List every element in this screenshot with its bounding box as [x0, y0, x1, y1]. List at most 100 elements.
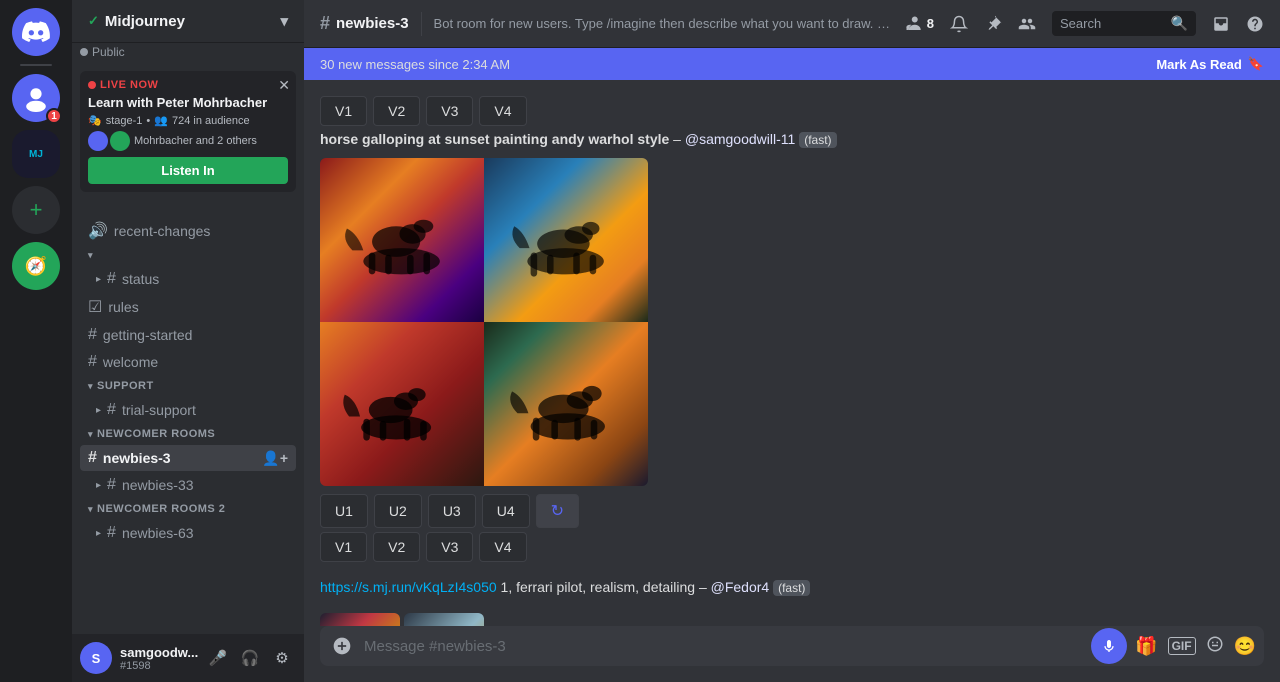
v4-button-bottom[interactable]: V4: [479, 532, 526, 562]
header-icons: 8 🔍: [905, 11, 1264, 36]
header-divider: [421, 12, 422, 36]
hash-icon-status: #: [107, 270, 116, 288]
u1-button[interactable]: U1: [320, 494, 368, 528]
ferrari-image-2[interactable]: [404, 613, 484, 626]
add-server-button[interactable]: +: [12, 186, 60, 234]
v1-button-top[interactable]: V1: [320, 96, 367, 126]
channel-item-newbies-33[interactable]: ▸ # newbies-33: [80, 472, 296, 498]
newbies-63-chevron: ▸: [96, 528, 101, 539]
discord-home-button[interactable]: [12, 8, 60, 56]
channel-header-name: # newbies-3: [320, 13, 409, 34]
pin-button[interactable]: [984, 15, 1002, 33]
server-icon-midjourney[interactable]: MJ: [12, 130, 60, 178]
ferrari-link[interactable]: https://s.mj.run/vKqLzI4s050: [320, 579, 497, 595]
server-list: 1 MJ + 🧭: [0, 0, 72, 682]
message-text-input[interactable]: [364, 628, 1083, 665]
refresh-button[interactable]: ↻: [536, 494, 579, 528]
v1-button-bottom[interactable]: V1: [320, 532, 367, 562]
horse-message-prompt: horse galloping at sunset painting andy …: [320, 130, 1264, 150]
trial-support-chevron: ▸: [96, 405, 101, 416]
channel-item-newbies-3[interactable]: # newbies-3 👤+: [80, 445, 296, 471]
sticker-button[interactable]: [1206, 635, 1224, 658]
v4-button-top[interactable]: V4: [479, 96, 526, 126]
mic-button[interactable]: 🎤: [204, 644, 232, 672]
add-content-button[interactable]: [328, 626, 356, 666]
category-general[interactable]: ▾: [80, 246, 296, 265]
mini-avatars: [88, 131, 130, 151]
ferrari-image-1[interactable]: [320, 613, 400, 626]
category-support[interactable]: ▾ SUPPORT: [80, 376, 296, 396]
category-label-newcomer2: NEWCOMER ROOMS 2: [97, 503, 225, 515]
category-newcomer-rooms[interactable]: ▾ NEWCOMER ROOMS: [80, 424, 296, 444]
horse-image-4[interactable]: [484, 322, 648, 486]
ferrari-user-mention[interactable]: @Fedor4: [711, 579, 770, 595]
add-member-icon[interactable]: 👤+: [262, 450, 288, 467]
mark-as-read-button[interactable]: Mark As Read 🔖: [1156, 56, 1264, 72]
emoji-button[interactable]: 😊: [1234, 636, 1256, 657]
bookmark-icon: 🔖: [1248, 56, 1264, 72]
gift-button[interactable]: 🎁: [1135, 636, 1157, 657]
live-event-meta: 🎭 stage-1 • 👥 724 in audience: [88, 114, 288, 127]
u3-button[interactable]: U3: [428, 494, 476, 528]
voice-activity-button[interactable]: [1091, 628, 1127, 664]
new-messages-banner: 30 new messages since 2:34 AM Mark As Re…: [304, 48, 1280, 80]
explore-servers-button[interactable]: 🧭: [12, 242, 60, 290]
inbox-button[interactable]: [1212, 15, 1230, 33]
gif-button[interactable]: GIF: [1168, 637, 1196, 655]
live-event-title: Learn with Peter Mohrbacher: [88, 95, 288, 110]
message-input-bar: 🎁 GIF 😊: [304, 626, 1280, 682]
channel-name-newbies-63: newbies-63: [122, 525, 194, 541]
channel-name-trial-support: trial-support: [122, 402, 196, 418]
listen-in-button[interactable]: Listen In: [88, 157, 288, 184]
user-name-label: samgoodw...: [120, 645, 196, 660]
newcomer2-chevron: ▾: [88, 504, 93, 515]
search-input[interactable]: [1060, 16, 1165, 31]
horse-image-2[interactable]: [484, 158, 648, 322]
channel-item-welcome[interactable]: # welcome: [80, 349, 296, 375]
horse-prompt-text: horse galloping at sunset painting andy …: [320, 131, 669, 147]
channel-title: newbies-3: [336, 15, 409, 32]
u2-button[interactable]: U2: [374, 494, 422, 528]
channel-item-newbies-63[interactable]: ▸ # newbies-63: [80, 520, 296, 546]
channel-item-status[interactable]: ▸ # status: [80, 266, 296, 292]
category-newcomer-rooms-2[interactable]: ▾ NEWCOMER ROOMS 2: [80, 499, 296, 519]
help-button[interactable]: [1246, 15, 1264, 33]
search-box[interactable]: 🔍: [1052, 11, 1196, 36]
hash-icon-newbies-63: #: [107, 524, 116, 542]
live-event-banner: ✕ LIVE NOW Learn with Peter Mohrbacher 🎭…: [80, 71, 296, 192]
channel-item-trial-support[interactable]: ▸ # trial-support: [80, 397, 296, 423]
settings-button[interactable]: ⚙: [268, 644, 296, 672]
channel-header: # newbies-3 Bot room for new users. Type…: [304, 0, 1280, 48]
hash-icon-welcome: #: [88, 353, 97, 371]
live-banner-close-button[interactable]: ✕: [278, 77, 290, 94]
horse-painting-1: [320, 158, 484, 322]
v2-button-bottom[interactable]: V2: [373, 532, 420, 562]
people-icon: 👥: [154, 114, 168, 127]
upscale-buttons: U1 U2 U3 U4 ↻: [320, 494, 1264, 528]
message-group-ferrari: https://s.mj.run/vKqLzI4s050 1, ferrari …: [320, 578, 1264, 598]
hash-icon-getting-started: #: [88, 326, 97, 344]
server-name-header[interactable]: ✓ Midjourney ▾: [72, 0, 304, 43]
notifications-button[interactable]: [950, 15, 968, 33]
channel-item-rules[interactable]: ☑ rules: [80, 293, 296, 321]
server-icon-user[interactable]: 1: [12, 74, 60, 122]
horse-user-mention[interactable]: @samgoodwill-11: [685, 131, 795, 147]
search-icon: 🔍: [1171, 15, 1188, 32]
server-divider: [20, 64, 52, 66]
headphones-button[interactable]: 🎧: [236, 644, 264, 672]
u4-button[interactable]: U4: [482, 494, 530, 528]
horse-image-3[interactable]: [320, 322, 484, 486]
channel-item-recent-changes[interactable]: 🔊 recent-changes: [80, 217, 296, 245]
members-list-button[interactable]: [1018, 15, 1036, 33]
horse-painting-4: [484, 322, 648, 486]
stage-icon: 🎭: [88, 114, 102, 127]
channel-item-getting-started[interactable]: # getting-started: [80, 322, 296, 348]
v3-button-bottom[interactable]: V3: [426, 532, 473, 562]
horse-image-1[interactable]: [320, 158, 484, 322]
v2-button-top[interactable]: V2: [373, 96, 420, 126]
messages-area[interactable]: V1 V2 V3 V4 horse galloping at sunset pa…: [304, 80, 1280, 626]
support-chevron: ▾: [88, 381, 93, 392]
v3-button-top[interactable]: V3: [426, 96, 473, 126]
notification-badge: 1: [46, 108, 62, 124]
members-count-button[interactable]: 8: [905, 15, 934, 33]
